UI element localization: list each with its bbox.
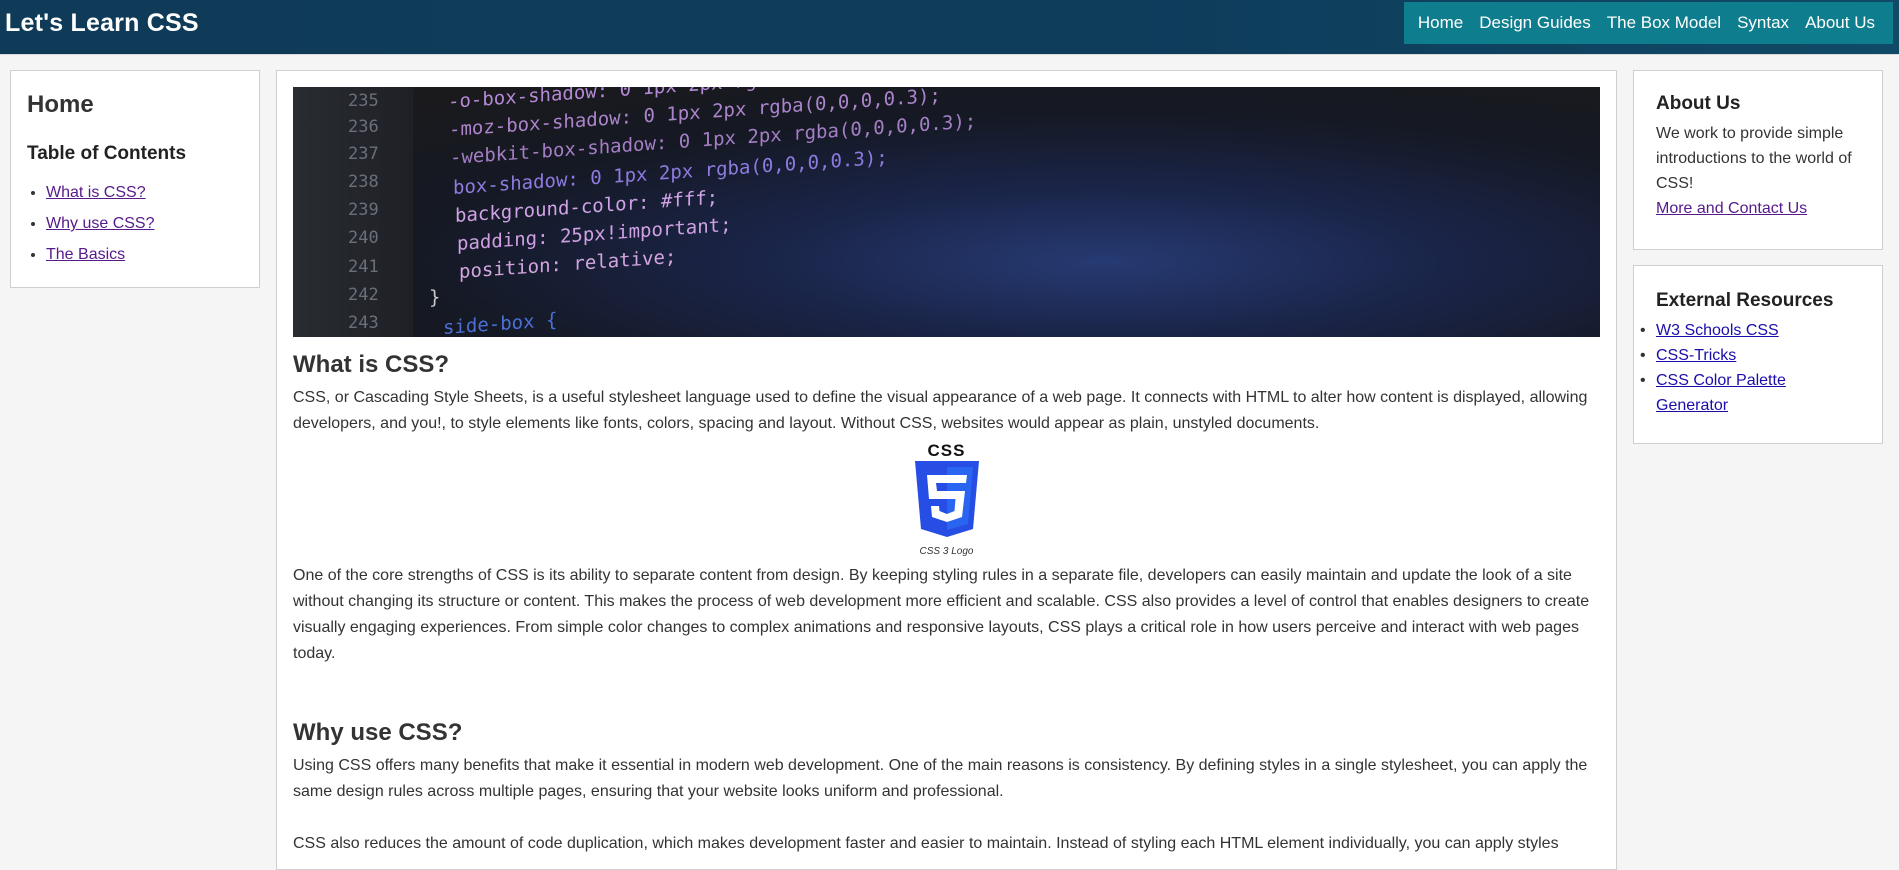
external-item: CSS-Tricks <box>1640 343 1860 368</box>
nav-home[interactable]: Home <box>1418 13 1463 33</box>
about-heading: About Us <box>1656 93 1741 114</box>
toc-list: What is CSS? Why use CSS? The Basics <box>27 177 243 270</box>
css3-logo-icon <box>914 461 979 537</box>
about-us-box: About Us We work to provide simple intro… <box>1633 70 1883 250</box>
nav-syntax[interactable]: Syntax <box>1737 13 1789 33</box>
external-heading: External Resources <box>1656 290 1834 311</box>
toc-link-why-use-css[interactable]: Why use CSS? <box>46 215 154 232</box>
toc-sidebar: Home Table of Contents What is CSS? Why … <box>10 70 260 288</box>
line-number: 236 <box>348 117 379 137</box>
line-number: 239 <box>348 200 379 220</box>
paragraph: CSS also reduces the amount of code dupl… <box>293 835 1559 852</box>
external-item: W3 Schools CSS <box>1640 318 1860 343</box>
main-content: 235 236 237 238 239 240 241 242 243 -o-b… <box>276 70 1617 870</box>
toc-link-what-is-css[interactable]: What is CSS? <box>46 184 146 201</box>
sidebar-title: Home <box>27 91 94 118</box>
contact-link[interactable]: More and Contact Us <box>1656 200 1807 217</box>
line-number: 235 <box>348 91 379 111</box>
nav-box-model[interactable]: The Box Model <box>1607 13 1721 33</box>
paragraph: One of the core strengths of CSS is its … <box>293 567 1590 662</box>
section-title-what-is-css: What is CSS? <box>293 351 450 378</box>
link-w3schools[interactable]: W3 Schools CSS <box>1656 322 1779 339</box>
line-number: 242 <box>348 285 379 305</box>
toc-heading: Table of Contents <box>27 143 187 164</box>
code-line: side-box { <box>443 309 558 337</box>
line-number: 243 <box>348 313 379 333</box>
external-list: W3 Schools CSS CSS-Tricks CSS Color Pale… <box>1640 318 1860 418</box>
site-title[interactable]: Let's Learn CSS <box>5 9 199 38</box>
toc-item: The Basics <box>46 239 243 270</box>
logo-label: CSS <box>927 441 966 460</box>
toc-item: What is CSS? <box>46 177 243 208</box>
css-logo-figure: CSS CSS 3 Logo <box>293 441 1600 557</box>
line-number: 240 <box>348 228 379 248</box>
external-item: CSS Color Palette Generator <box>1640 368 1860 418</box>
paragraph: CSS, or Cascading Style Sheets, is a use… <box>293 389 1588 432</box>
external-resources-box: External Resources W3 Schools CSS CSS-Tr… <box>1633 265 1883 444</box>
link-css-tricks[interactable]: CSS-Tricks <box>1656 347 1736 364</box>
link-color-palette[interactable]: CSS Color Palette Generator <box>1656 372 1786 414</box>
logo-caption: CSS 3 Logo <box>919 546 974 557</box>
site-header: Let's Learn CSS Home Design Guides The B… <box>0 0 1899 55</box>
line-number: 238 <box>348 172 379 192</box>
paragraph: Using CSS offers many benefits that make… <box>293 757 1588 800</box>
hero-code-image: 235 236 237 238 239 240 241 242 243 -o-b… <box>293 87 1600 337</box>
section-title-why-use-css: Why use CSS? <box>293 719 463 746</box>
toc-link-the-basics[interactable]: The Basics <box>46 246 125 263</box>
nav-design-guides[interactable]: Design Guides <box>1479 13 1591 33</box>
line-number: 241 <box>348 257 379 277</box>
toc-item: Why use CSS? <box>46 208 243 239</box>
nav-about-us[interactable]: About Us <box>1805 13 1875 33</box>
about-text: We work to provide simple introductions … <box>1656 125 1852 192</box>
main-nav: Home Design Guides The Box Model Syntax … <box>1403 2 1893 44</box>
code-line: } <box>429 286 441 309</box>
line-number: 237 <box>348 144 379 164</box>
